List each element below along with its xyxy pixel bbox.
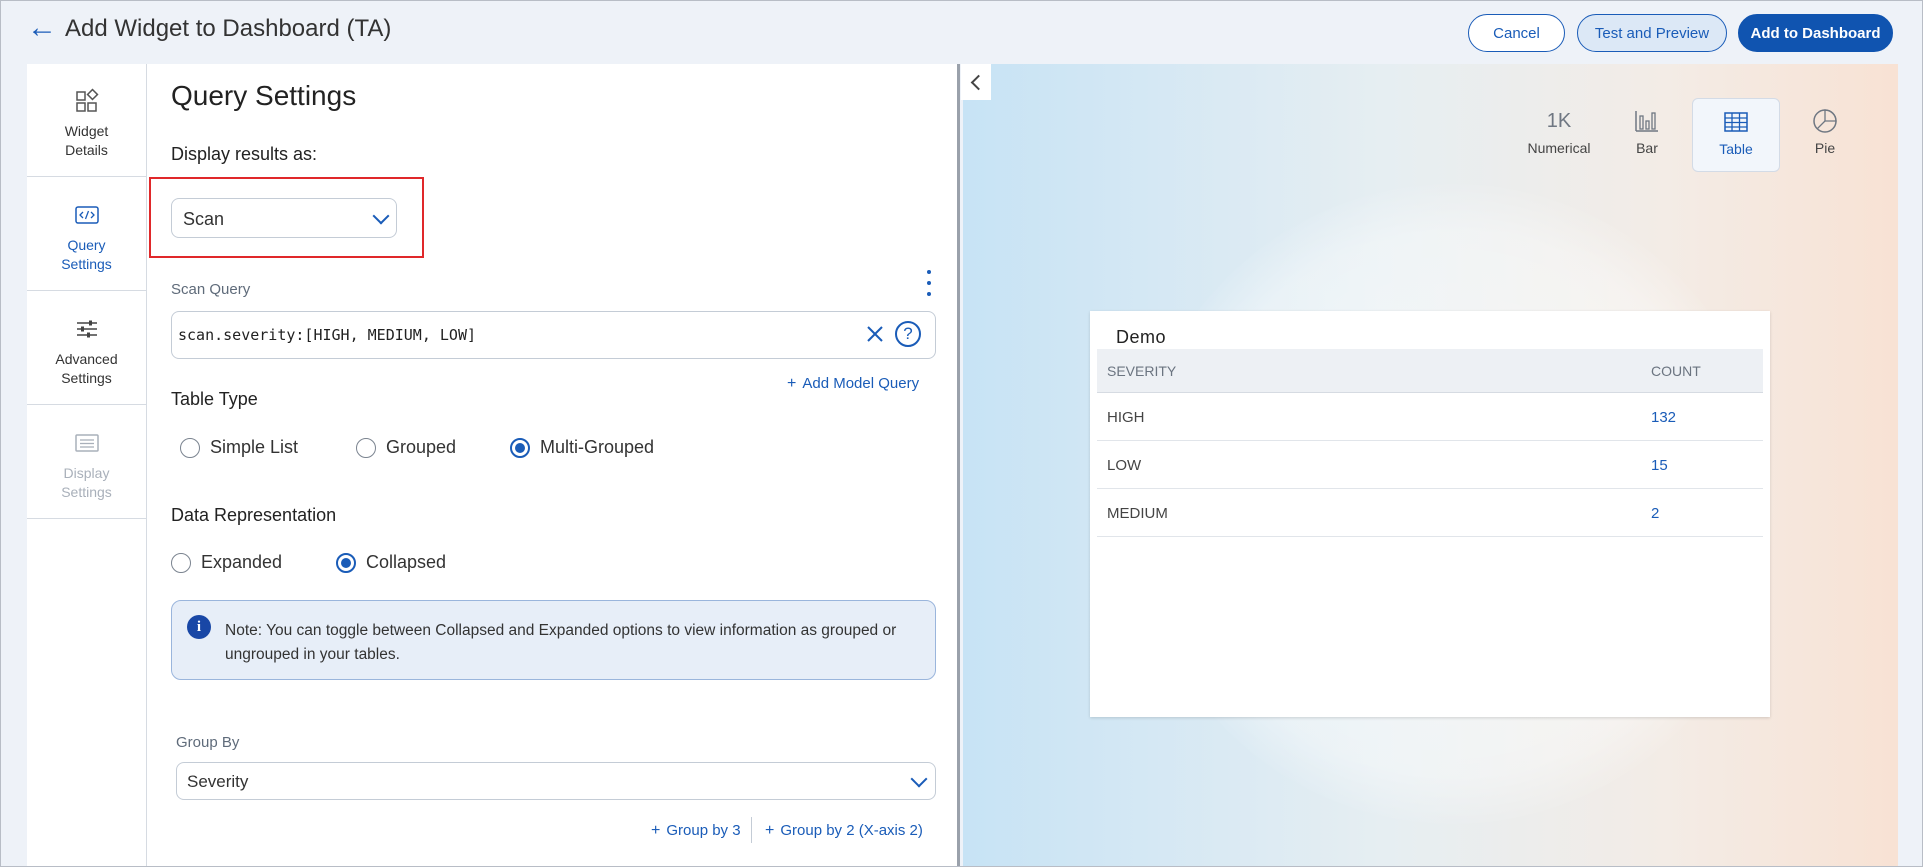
severity-cell: HIGH	[1107, 409, 1145, 426]
nav-display-settings: Display Settings	[27, 406, 146, 519]
plus-icon: +	[765, 822, 775, 839]
data-representation-label: Data Representation	[171, 505, 337, 525]
chevron-down-icon	[910, 770, 928, 788]
display-results-label: Display results as:	[171, 144, 318, 164]
chart-type-label: Bar	[1636, 140, 1658, 156]
column-header-count[interactable]: COUNT	[1651, 363, 1701, 379]
page-title: Add Widget to Dashboard (TA)	[65, 15, 392, 42]
chart-type-table[interactable]: Table	[1692, 98, 1780, 172]
nav-advanced-settings-label: Advanced Settings	[55, 351, 118, 386]
cancel-button[interactable]: Cancel	[1468, 14, 1565, 52]
add-to-dashboard-button[interactable]: Add to Dashboard	[1738, 14, 1893, 52]
radio-label: Grouped	[386, 437, 457, 457]
scan-query-value: scan.severity:[HIGH, MEDIUM, LOW]	[178, 326, 477, 344]
chart-type-numerical[interactable]: 1K Numerical	[1515, 98, 1603, 172]
nav-display-settings-label: Display Settings	[61, 465, 112, 500]
radio-multi-grouped[interactable]: Multi-Grouped	[510, 437, 654, 458]
group-by-2-link[interactable]: + Group by 2 (X-axis 2)	[765, 822, 923, 840]
nav-query-settings[interactable]: Query Settings	[27, 178, 146, 291]
chart-type-label: Pie	[1814, 140, 1836, 156]
radio-expanded[interactable]: Expanded	[171, 552, 282, 573]
plus-icon: +	[787, 375, 797, 392]
nav-query-settings-label: Query Settings	[61, 237, 112, 272]
app-window: ← Add Widget to Dashboard (TA) Cancel Te…	[0, 0, 1923, 867]
chart-type-selector: 1K Numerical Bar Table Pie	[1515, 98, 1875, 172]
info-icon: i	[187, 615, 211, 639]
back-arrow-icon[interactable]: ←	[27, 13, 57, 43]
add-model-query-link[interactable]: + Add Model Query	[787, 375, 919, 393]
widget-preview-card: Demo SEVERITY COUNT HIGH 132 LOW 15 MEDI…	[1090, 311, 1770, 717]
scan-query-label: Scan Query	[171, 281, 251, 298]
query-settings-panel: Query Settings Display results as: Scan …	[147, 64, 960, 866]
chevron-down-icon	[372, 207, 390, 225]
group-by-label: Group By	[176, 734, 240, 751]
radio-circle	[510, 437, 530, 458]
preview-table: SEVERITY COUNT HIGH 132 LOW 15 MEDIUM 2	[1097, 349, 1763, 537]
radio-circle	[356, 437, 376, 458]
bar-chart-icon	[1635, 111, 1658, 132]
chart-type-pie[interactable]: Pie	[1781, 98, 1869, 172]
group-by-3-label: Group by 3	[666, 822, 741, 839]
group-by-3-link[interactable]: + Group by 3	[651, 822, 741, 840]
radio-label: Expanded	[201, 552, 283, 572]
card-title: Demo	[1116, 327, 1167, 347]
count-cell[interactable]: 132	[1651, 409, 1676, 426]
collapse-panel-button[interactable]	[961, 64, 991, 100]
divider	[751, 817, 752, 843]
severity-cell: MEDIUM	[1107, 505, 1168, 522]
group-by-value: Severity	[187, 772, 249, 791]
table-header: SEVERITY COUNT	[1097, 349, 1763, 393]
pie-chart-icon	[1813, 109, 1837, 133]
radio-circle	[180, 437, 200, 458]
count-cell[interactable]: 2	[1651, 505, 1659, 522]
display-results-select[interactable]: Scan	[171, 198, 397, 238]
chart-type-label: Numerical	[1527, 140, 1591, 156]
radio-circle	[336, 552, 356, 573]
radio-circle	[171, 552, 191, 573]
page-header: ← Add Widget to Dashboard (TA) Cancel Te…	[1, 1, 1922, 63]
more-options-icon[interactable]	[927, 270, 933, 296]
code-icon	[74, 206, 99, 224]
group-by-select[interactable]: Severity	[176, 762, 936, 800]
chevron-left-icon	[970, 74, 987, 91]
radio-grouped[interactable]: Grouped	[356, 437, 456, 458]
close-icon[interactable]	[863, 322, 887, 346]
wizard-sidenav: Widget Details Query Settings Advanced S…	[27, 64, 147, 866]
radio-label: Simple List	[210, 437, 299, 457]
nav-widget-details[interactable]: Widget Details	[27, 64, 146, 177]
plus-icon: +	[651, 822, 661, 839]
radio-label: Collapsed	[366, 552, 447, 572]
table-row: LOW 15	[1097, 441, 1763, 489]
nav-advanced-settings[interactable]: Advanced Settings	[27, 292, 146, 405]
sliders-icon	[76, 320, 97, 338]
panel-title: Query Settings	[171, 80, 357, 111]
scan-query-input[interactable]: scan.severity:[HIGH, MEDIUM, LOW]	[171, 311, 936, 359]
group-by-2-label: Group by 2 (X-axis 2)	[780, 822, 923, 839]
add-model-query-label: Add Model Query	[802, 375, 920, 392]
preview-area: 1K Numerical Bar Table Pie Demo SEVERITY…	[963, 64, 1898, 866]
widget-details-icon	[75, 88, 99, 112]
table-icon	[1724, 112, 1748, 132]
info-note: i Note: You can toggle between Collapsed…	[171, 600, 936, 680]
test-and-preview-button[interactable]: Test and Preview	[1577, 14, 1727, 52]
radio-collapsed[interactable]: Collapsed	[336, 552, 446, 573]
display-icon	[74, 434, 99, 452]
chart-type-bar[interactable]: Bar	[1603, 98, 1691, 172]
count-cell[interactable]: 15	[1651, 457, 1668, 474]
nav-widget-details-label: Widget Details	[64, 123, 109, 158]
table-type-label: Table Type	[171, 389, 258, 409]
table-row: MEDIUM 2	[1097, 489, 1763, 537]
severity-cell: LOW	[1107, 457, 1142, 474]
radio-label: Multi-Grouped	[540, 437, 655, 457]
radio-simple-list[interactable]: Simple List	[180, 437, 298, 458]
column-header-severity[interactable]: SEVERITY	[1107, 363, 1176, 379]
display-results-value: Scan	[183, 209, 225, 229]
numerical-icon: 1K	[1546, 109, 1572, 132]
note-text: Note: You can toggle between Collapsed a…	[225, 622, 897, 663]
chart-type-label: Table	[1719, 141, 1753, 157]
table-row: HIGH 132	[1097, 393, 1763, 441]
help-icon[interactable]: ?	[895, 321, 921, 347]
